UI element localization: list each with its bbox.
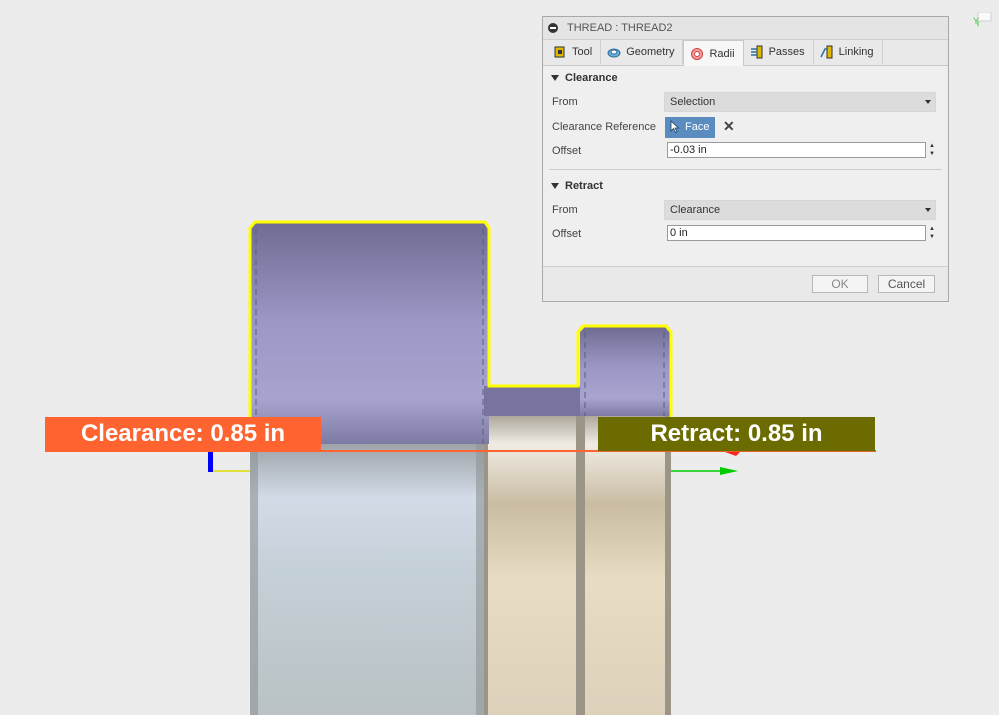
clear-selection-icon[interactable]: ✕ [723,118,735,135]
cursor-arrow-icon [670,119,680,133]
spin-up-icon[interactable]: ▲ [928,225,936,233]
tab-linking[interactable]: Linking [814,40,883,64]
tool-icon [554,46,565,58]
clearance-from-value: Selection [670,96,716,108]
clearance-offset-row: Offset -0.03 in ▲ ▼ [543,139,948,164]
retract-from-label: From [552,203,578,216]
tab-passes-label: Passes [768,46,805,58]
dropdown-caret-icon [925,100,931,104]
dialog-titlebar[interactable]: THREAD : THREAD2 [543,17,948,40]
ok-button[interactable]: OK [812,275,868,293]
y-axis-label: Y [973,16,980,26]
clearance-height-label[interactable]: Clearance: 0.85 in [45,417,321,451]
tab-tool-label: Tool [572,46,593,58]
collapse-dialog-icon[interactable] [548,23,558,33]
z-axis-marker [208,452,213,472]
groove-body [484,414,580,715]
tab-radii-label: Radii [709,47,735,60]
tab-tool[interactable]: Tool [547,40,602,64]
clearance-offset-input[interactable]: -0.03 in [667,142,926,158]
retract-offset-label: Offset [552,228,582,240]
tab-geometry[interactable]: Geometry [601,40,684,64]
collapse-triangle-icon [551,182,559,189]
face-button-label: Face [685,120,710,133]
retract-offset-input[interactable]: 0 in [667,225,926,241]
dialog-tabs: Tool Geometry Radii Passes Linking [543,40,948,66]
x-axis-arrow-icon [720,467,738,475]
clearance-heading: Clearance [565,72,618,84]
dropdown-caret-icon [925,207,931,212]
clearance-from-row: From Selection [543,90,948,115]
tab-geometry-label: Geometry [626,46,675,58]
tab-linking-label: Linking [838,46,874,58]
clearance-offset-spinner[interactable]: ▲ ▼ [928,142,936,158]
dialog-title: THREAD : THREAD2 [567,22,673,34]
shaft-body-small [580,414,671,715]
thread-dialog: THREAD : THREAD2 Tool Geometry Radii Pas… [542,16,949,302]
passes-icon [750,45,763,59]
spin-up-icon[interactable]: ▲ [928,142,936,150]
collapse-triangle-icon [551,75,559,81]
spin-down-icon[interactable]: ▼ [928,233,936,241]
cancel-button[interactable]: Cancel [878,275,935,293]
retract-height-label[interactable]: Retract: 0.85 in [598,417,875,451]
retract-from-select[interactable]: Clearance [664,199,936,220]
retract-from-row: From Clearance [543,198,948,223]
geometry-icon [607,48,621,58]
spin-down-icon[interactable]: ▼ [928,150,936,158]
clearance-from-label: From [552,96,578,108]
retract-heading: Retract [565,179,603,192]
clearance-from-select[interactable]: Selection [664,92,936,112]
clearance-reference-label: Clearance Reference [552,120,656,133]
clearance-reference-face-button[interactable]: Face [665,116,715,138]
tab-radii[interactable]: Radii [683,40,744,66]
selected-face-groove [484,386,580,416]
retract-offset-spinner[interactable]: ▲ ▼ [928,225,936,241]
clearance-section-header[interactable]: Clearance [543,66,948,90]
retract-offset-row: Offset 0 in ▲ ▼ [543,222,948,247]
shaft-body-large [250,444,484,715]
selected-face-small [580,327,670,416]
linking-icon [819,45,833,59]
dialog-footer: OK Cancel [543,266,948,301]
tab-passes[interactable]: Passes [744,40,814,64]
radii-icon [691,47,704,60]
retract-from-value: Clearance [670,203,721,216]
selected-face-large [250,223,489,444]
clearance-offset-label: Offset [552,145,582,157]
section-divider [549,168,942,170]
retract-section-header[interactable]: Retract [543,174,948,198]
clearance-reference-row: Clearance Reference Face ✕ [543,115,948,140]
